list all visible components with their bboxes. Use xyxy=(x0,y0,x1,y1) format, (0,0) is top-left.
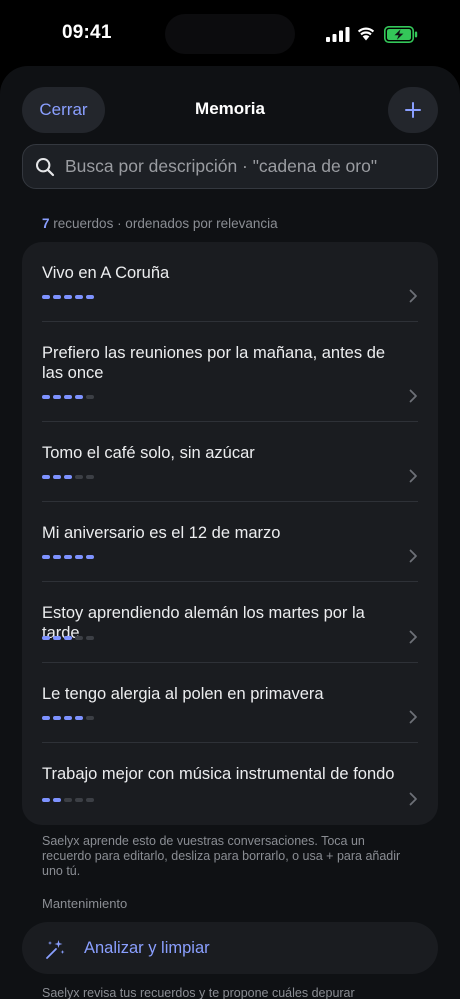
relevance-dot-empty xyxy=(86,636,94,640)
relevance-dot-filled xyxy=(75,395,83,399)
memory-row[interactable]: Le tengo alergia al polen en primavera xyxy=(22,663,438,743)
relevance-indicator xyxy=(42,555,94,559)
plus-icon xyxy=(405,102,421,118)
relevance-dot-filled xyxy=(53,555,61,559)
relevance-dot-filled xyxy=(64,295,72,299)
memory-count-summary: 7 recuerdos · ordenados por relevancia xyxy=(42,216,278,231)
memory-row[interactable]: Estoy aprendiendo alemán los martes por … xyxy=(22,582,438,663)
add-memory-button[interactable] xyxy=(388,87,438,133)
relevance-dot-filled xyxy=(53,636,61,640)
memory-text: Prefiero las reuniones por la mañana, an… xyxy=(42,344,386,382)
relevance-dot-filled xyxy=(64,555,72,559)
memory-text: Trabajo mejor con música instrumental de… xyxy=(42,765,395,783)
relevance-dot-filled xyxy=(42,295,50,299)
memory-count-text: recuerdos · ordenados por relevancia xyxy=(53,216,278,231)
relevance-dot-empty xyxy=(75,798,83,802)
relevance-dot-filled xyxy=(75,295,83,299)
wifi-icon xyxy=(357,27,375,41)
relevance-dot-filled xyxy=(64,395,72,399)
analyze-clean-button[interactable]: Analizar y limpiar xyxy=(22,922,438,974)
relevance-dot-empty xyxy=(64,798,72,802)
relevance-indicator xyxy=(42,295,94,299)
chevron-right-icon xyxy=(409,710,417,724)
search-icon xyxy=(36,157,55,176)
relevance-dot-filled xyxy=(42,395,50,399)
memory-text: Mi aniversario es el 12 de marzo xyxy=(42,524,281,542)
memory-text: Estoy aprendiendo alemán los martes por … xyxy=(42,604,365,642)
relevance-dot-filled xyxy=(42,636,50,640)
relevance-dot-empty xyxy=(86,395,94,399)
relevance-indicator xyxy=(42,636,94,640)
relevance-dot-filled xyxy=(75,555,83,559)
maintenance-header: Mantenimiento xyxy=(42,896,128,911)
search-placeholder: Busca por descripción · "cadena de oro" xyxy=(65,156,378,176)
relevance-dot-filled xyxy=(53,295,61,299)
memory-footnote: Saelyx aprende esto de vuestras conversa… xyxy=(42,834,401,878)
relevance-dot-filled xyxy=(42,555,50,559)
relevance-dot-empty xyxy=(86,798,94,802)
analyze-clean-label: Analizar y limpiar xyxy=(84,939,210,957)
relevance-dot-filled xyxy=(64,716,72,720)
memory-row[interactable]: Tomo el café solo, sin azúcar xyxy=(22,422,438,502)
memory-text: Tomo el café solo, sin azúcar xyxy=(42,444,255,462)
memory-text: Le tengo alergia al polen en primavera xyxy=(42,685,324,703)
relevance-dot-filled xyxy=(75,716,83,720)
search-input[interactable]: Busca por descripción · "cadena de oro" xyxy=(22,144,438,189)
status-time: 09:41 xyxy=(62,22,112,43)
cellular-signal-icon xyxy=(326,27,350,42)
relevance-indicator xyxy=(42,395,94,399)
memory-sheet: Cerrar Memoria Busca por descripción · "… xyxy=(0,66,460,999)
memory-row[interactable]: Mi aniversario es el 12 de marzo xyxy=(22,502,438,582)
relevance-dot-filled xyxy=(42,716,50,720)
relevance-indicator xyxy=(42,475,94,479)
relevance-dot-empty xyxy=(86,716,94,720)
chevron-right-icon xyxy=(409,549,417,563)
memory-count: 7 xyxy=(42,216,50,231)
chevron-right-icon xyxy=(409,792,417,806)
chevron-right-icon xyxy=(409,630,417,644)
sparkles-icon xyxy=(46,940,65,959)
memory-row[interactable]: Trabajo mejor con música instrumental de… xyxy=(22,743,438,825)
status-bar: 09:41 xyxy=(0,0,460,66)
memory-list: Vivo en A Coruña Prefiero las reuniones p… xyxy=(22,242,438,825)
relevance-dot-filled xyxy=(86,295,94,299)
battery-charging-icon xyxy=(384,26,418,43)
relevance-dot-empty xyxy=(86,475,94,479)
chevron-right-icon xyxy=(409,469,417,483)
memory-row[interactable]: Vivo en A Coruña xyxy=(22,242,438,322)
dynamic-island xyxy=(165,14,295,54)
relevance-dot-filled xyxy=(42,475,50,479)
relevance-dot-filled xyxy=(86,555,94,559)
relevance-dot-filled xyxy=(53,716,61,720)
relevance-dot-empty xyxy=(75,636,83,640)
maintenance-description: Saelyx revisa tus recuerdos y te propone… xyxy=(42,986,355,999)
relevance-dot-filled xyxy=(53,798,61,802)
memory-row[interactable]: Prefiero las reuniones por la mañana, an… xyxy=(22,322,438,422)
relevance-indicator xyxy=(42,798,94,802)
chevron-right-icon xyxy=(409,389,417,403)
relevance-dot-filled xyxy=(53,475,61,479)
relevance-dot-filled xyxy=(53,395,61,399)
relevance-dot-filled xyxy=(64,475,72,479)
relevance-dot-filled xyxy=(42,798,50,802)
relevance-dot-filled xyxy=(64,636,72,640)
relevance-indicator xyxy=(42,716,94,720)
relevance-dot-empty xyxy=(75,475,83,479)
chevron-right-icon xyxy=(409,289,417,303)
memory-text: Vivo en A Coruña xyxy=(42,264,170,282)
